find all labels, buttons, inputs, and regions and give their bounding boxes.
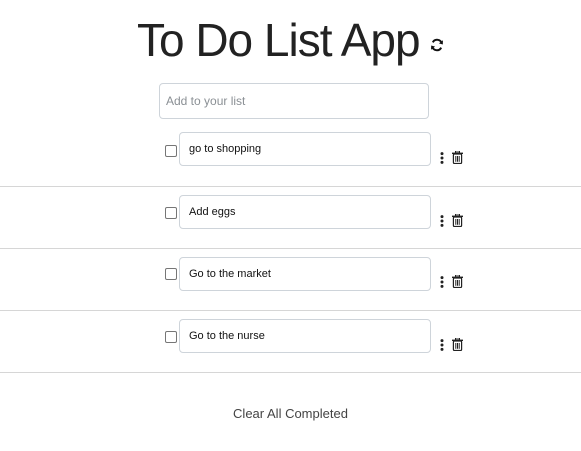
trash-icon[interactable] (452, 214, 463, 227)
trash-icon[interactable] (452, 275, 463, 288)
refresh-icon[interactable] (430, 38, 444, 52)
kebab-vertical-icon[interactable] (440, 152, 444, 164)
todo-item (0, 248, 581, 311)
page-title: To Do List App (136, 14, 421, 66)
add-item-input[interactable] (159, 83, 429, 119)
todo-text-field[interactable] (179, 195, 431, 229)
header: To Do List App (0, 14, 581, 66)
todo-app: To Do List App Add to your list go to sh… (0, 0, 581, 451)
kebab-vertical-icon[interactable] (440, 276, 444, 288)
todo-checkbox[interactable] (165, 331, 177, 343)
todo-checkbox[interactable] (165, 268, 177, 280)
todo-item (0, 310, 581, 373)
todo-text-field[interactable] (179, 132, 431, 166)
clear-all-completed-button[interactable]: Clear All Completed (0, 406, 581, 421)
trash-icon[interactable] (452, 338, 463, 351)
kebab-vertical-icon[interactable] (440, 339, 444, 351)
todo-text-field[interactable] (179, 319, 431, 353)
trash-icon[interactable] (452, 151, 463, 164)
todo-checkbox[interactable] (165, 145, 177, 157)
kebab-vertical-icon[interactable] (440, 215, 444, 227)
todo-item (0, 186, 581, 249)
todo-item (0, 124, 581, 187)
todo-text-field[interactable] (179, 257, 431, 291)
todo-checkbox[interactable] (165, 207, 177, 219)
